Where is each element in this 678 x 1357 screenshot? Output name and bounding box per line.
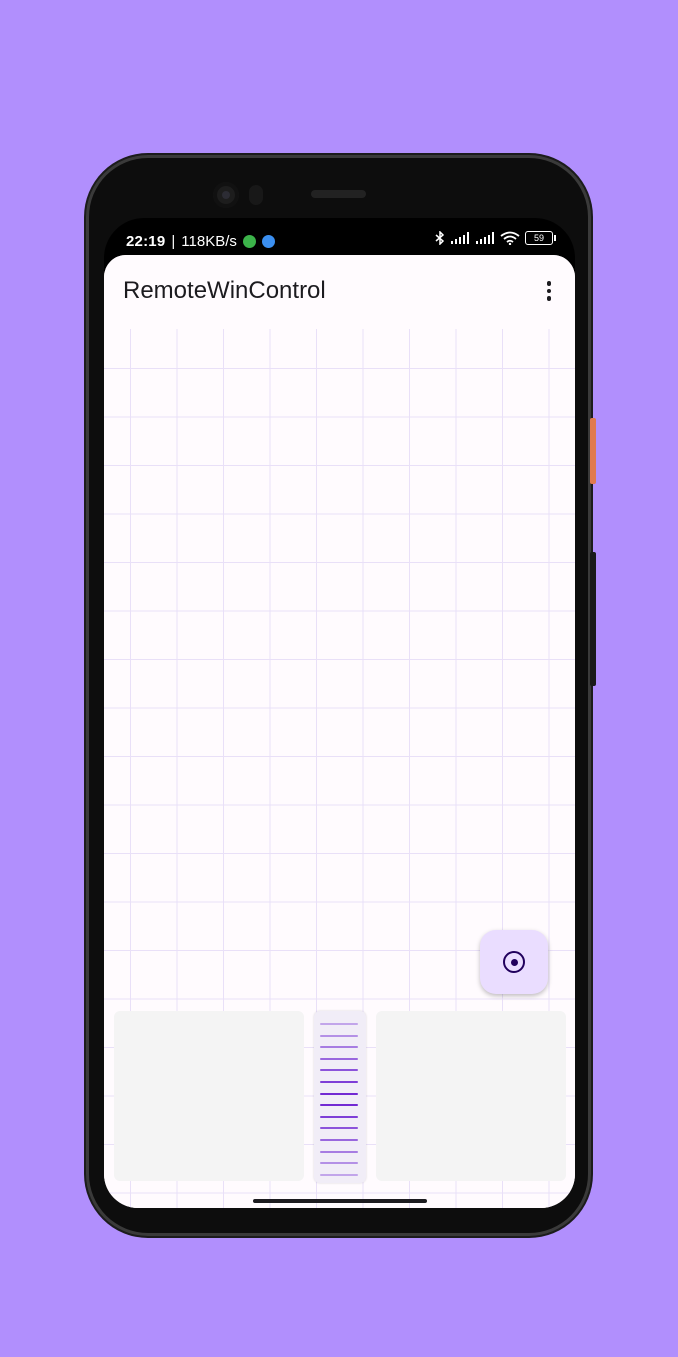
volume-button — [590, 552, 596, 686]
scroll-tick — [320, 1023, 358, 1025]
status-right: 59 — [435, 231, 556, 245]
earpiece-speaker — [311, 190, 366, 198]
fab-button[interactable] — [480, 930, 548, 994]
left-click-button[interactable] — [114, 1011, 304, 1181]
wechat-icon — [242, 235, 256, 248]
more-vert-icon[interactable] — [535, 273, 563, 309]
app-window: RemoteWinControl — [104, 255, 575, 1208]
scroll-tick — [320, 1162, 358, 1165]
scroll-tick — [320, 1081, 358, 1083]
wifi-icon — [500, 231, 520, 245]
status-time: 22:19 — [126, 233, 166, 250]
scroll-tick — [320, 1104, 358, 1107]
scroll-tick — [320, 1173, 358, 1176]
scroll-tick — [320, 1046, 358, 1049]
scroll-tick — [320, 1150, 358, 1153]
radio-button-icon — [503, 951, 525, 973]
scroll-tick — [320, 1057, 358, 1060]
app-title: RemoteWinControl — [123, 277, 326, 304]
camera-icon — [213, 182, 239, 208]
network-speed: 118KB/s — [181, 233, 237, 250]
scroll-wheel[interactable] — [314, 1011, 366, 1183]
status-separator: | — [171, 233, 176, 250]
signal-icon — [451, 232, 469, 244]
sensor-icon — [249, 185, 263, 205]
signal-icon — [476, 232, 494, 244]
power-button — [590, 418, 596, 484]
sync-icon — [261, 235, 275, 248]
gesture-nav-bar[interactable] — [253, 1199, 427, 1203]
scroll-tick — [320, 1092, 358, 1095]
app-bar: RemoteWinControl — [104, 255, 575, 329]
battery-icon: 59 — [525, 231, 556, 245]
scroll-tick — [320, 1139, 358, 1141]
phone-screen: 22:19 | 118KB/s 59 RemoteWinControl — [104, 218, 575, 1208]
scroll-tick — [320, 1069, 358, 1072]
scroll-tick — [320, 1034, 358, 1037]
scroll-tick — [320, 1115, 358, 1118]
status-left: 22:19 | 118KB/s — [126, 233, 275, 250]
scroll-tick — [320, 1127, 358, 1130]
bluetooth-icon — [435, 231, 445, 245]
status-bar: 22:19 | 118KB/s 59 — [104, 218, 575, 256]
right-click-button[interactable] — [376, 1011, 566, 1181]
